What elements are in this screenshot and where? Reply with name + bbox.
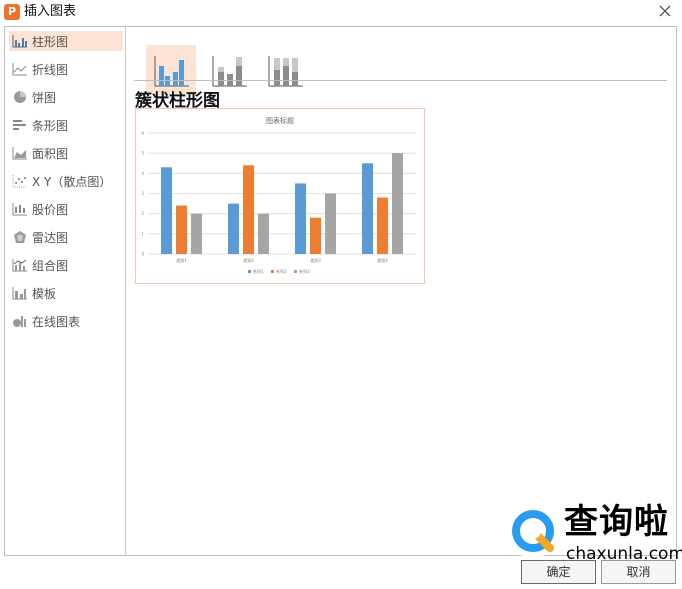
bar-系列1	[228, 203, 239, 254]
sidebar-item-label: X Y（散点图）	[32, 174, 112, 189]
watermark-text: 查询啦	[564, 502, 669, 542]
sidebar-item-label: 饼图	[32, 90, 57, 105]
y-tick-label: 4	[141, 171, 144, 176]
close-icon	[659, 5, 671, 17]
sidebar-item-bar-chart[interactable]: 条形图	[9, 115, 123, 135]
percent-stacked-column-icon	[268, 56, 303, 87]
template-icon	[12, 286, 28, 300]
bar-系列1	[161, 167, 172, 254]
sidebar-item-pie-chart[interactable]: 饼图	[9, 87, 123, 107]
x-tick-label: 类别3	[310, 257, 321, 263]
y-tick-label: 1	[141, 231, 144, 236]
online-chart-icon	[12, 314, 28, 328]
close-button[interactable]	[656, 2, 674, 20]
sidebar-item-area-chart[interactable]: 面积图	[9, 143, 123, 163]
sidebar-item-label: 组合图	[32, 258, 69, 273]
y-tick-label: 2	[141, 211, 144, 216]
bar-系列2	[377, 197, 388, 254]
sidebar-item-scatter-chart[interactable]: X Y（散点图）	[9, 171, 123, 191]
radar-chart-icon	[12, 230, 28, 244]
bar-chart-icon	[12, 118, 28, 132]
watermark: 查询啦 chaxunla.com	[500, 494, 682, 574]
column-chart-icon	[12, 34, 28, 48]
bar-系列2	[243, 165, 254, 254]
title-bar: P 插入图表	[0, 0, 682, 24]
sidebar-item-template[interactable]: 模板	[9, 283, 123, 303]
legend-label: 系列2	[276, 268, 287, 274]
line-chart-icon	[12, 62, 28, 76]
legend-swatch	[248, 270, 251, 273]
sidebar-item-online-chart[interactable]: 在线图表	[9, 311, 123, 331]
watermark-domain: chaxunla.com	[566, 544, 682, 564]
sidebar-item-column-chart[interactable]: 柱形图	[9, 31, 123, 51]
legend-label: 系列1	[253, 268, 264, 274]
sidebar-item-label: 雷达图	[32, 230, 69, 245]
bar-系列3	[258, 213, 269, 254]
y-tick-label: 0	[141, 252, 144, 257]
sidebar-item-label: 柱形图	[32, 34, 69, 49]
separator-line	[134, 80, 667, 81]
bar-系列2	[176, 205, 187, 254]
sidebar-item-label: 面积图	[32, 146, 69, 161]
bar-系列3	[191, 213, 202, 254]
watermark-logo-icon	[506, 504, 560, 558]
chart-title: 图表标题	[266, 116, 294, 125]
sidebar-item-label: 模板	[32, 286, 57, 301]
sidebar-item-label: 折线图	[32, 62, 69, 77]
chart-preview[interactable]: 图表标题 0 1 2 3 4 5 6 类别1 类别2 类别3 类别4 系列1 系列2 系列3	[135, 108, 425, 284]
sidebar-item-label: 股价图	[32, 202, 69, 217]
scatter-chart-icon	[12, 174, 28, 188]
app-logo-icon: P	[4, 4, 20, 20]
subtype-percent-stacked-column[interactable]	[260, 45, 310, 95]
bar-系列3	[325, 193, 336, 254]
area-chart-icon	[12, 146, 28, 160]
y-tick-label: 3	[141, 191, 144, 196]
y-tick-label: 5	[141, 151, 144, 156]
sidebar-item-label: 条形图	[32, 118, 69, 133]
x-tick-label: 类别4	[377, 257, 388, 263]
stacked-column-icon	[212, 56, 247, 87]
legend-swatch	[271, 270, 274, 273]
bar-系列1	[295, 183, 306, 254]
x-tick-label: 类别2	[243, 257, 254, 263]
bar-系列2	[310, 217, 321, 254]
sidebar-item-label: 在线图表	[32, 314, 81, 329]
chart-preview-svg: 图表标题 0 1 2 3 4 5 6 类别1 类别2 类别3 类别4 系列1 系列2 系列3	[141, 116, 416, 274]
clustered-column-icon	[154, 56, 189, 87]
sidebar-item-combo-chart[interactable]: 组合图	[9, 255, 123, 275]
sidebar-item-line-chart[interactable]: 折线图	[9, 59, 123, 79]
dialog-body: 柱形图折线图饼图条形图面积图 X Y（散点图） 股价图雷达图组合图模板在线图表	[4, 26, 677, 556]
chart-type-sidebar: 柱形图折线图饼图条形图面积图 X Y（散点图） 股价图雷达图组合图模板在线图表	[5, 27, 126, 555]
bar-系列3	[392, 153, 403, 254]
bar-系列1	[362, 163, 373, 254]
sidebar-item-stock-chart[interactable]: 股价图	[9, 199, 123, 219]
window-title: 插入图表	[24, 4, 77, 19]
sidebar-item-radar-chart[interactable]: 雷达图	[9, 227, 123, 247]
combo-chart-icon	[12, 258, 28, 272]
legend-swatch	[294, 270, 297, 273]
stock-chart-icon	[12, 202, 28, 216]
legend-label: 系列3	[299, 268, 310, 274]
x-tick-label: 类别1	[176, 257, 187, 263]
y-tick-label: 6	[141, 131, 144, 136]
pie-chart-icon	[12, 90, 28, 104]
